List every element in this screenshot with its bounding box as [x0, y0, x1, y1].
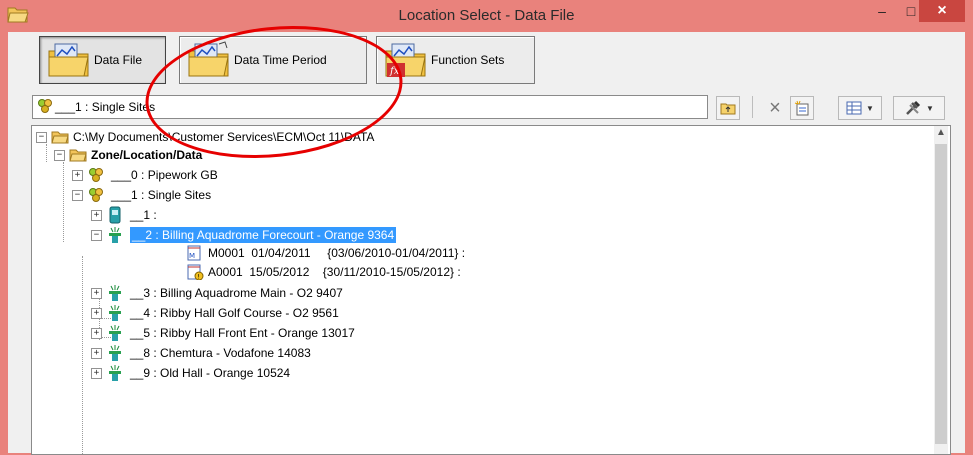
expand-icon[interactable]: +	[72, 169, 83, 181]
water-meter-icon	[109, 345, 121, 361]
minimize-button[interactable]: –	[866, 0, 898, 22]
expand-icon[interactable]: +	[91, 367, 102, 379]
title-bar[interactable]: Location Select - Data File – □ ×	[0, 0, 973, 32]
expand-icon[interactable]: +	[91, 287, 102, 299]
water-meter-icon	[109, 365, 121, 381]
current-location-field[interactable]: ___1 : Single Sites	[32, 95, 708, 119]
tree-site-row[interactable]: + __4 : Ribby Hall Golf Course - O2 9561	[91, 304, 339, 322]
tree-site-row[interactable]: + __5 : Ribby Hall Front Ent - Orange 13…	[91, 324, 355, 342]
current-location-text: ___1 : Single Sites	[55, 100, 156, 114]
data-file-icon	[48, 43, 89, 77]
water-meter-icon	[109, 227, 121, 243]
svg-text:!: !	[198, 274, 200, 281]
tree-site-label: __3 : Billing Aquadrome Main - O2 9407	[130, 286, 343, 300]
data-file-icon: M	[187, 245, 201, 261]
tree-data-file-row[interactable]: M M0001 01/04/2011 {03/06/2010-01/04/201…	[186, 244, 465, 262]
folder-open-icon	[69, 149, 87, 162]
tree-zone-label: Zone/Location/Data	[91, 148, 203, 162]
sites-group-icon	[38, 99, 52, 113]
close-button[interactable]: ×	[919, 0, 965, 22]
data-time-period-icon	[188, 41, 229, 77]
window-title: Location Select - Data File	[398, 7, 575, 24]
tree-site-row[interactable]: + __9 : Old Hall - Orange 10524	[91, 364, 290, 382]
new-item-icon	[794, 100, 809, 116]
expand-icon[interactable]: +	[91, 209, 102, 221]
sites-group-icon	[89, 188, 103, 202]
vertical-scrollbar[interactable]: ▲	[934, 126, 948, 454]
svg-text:fx: fx	[389, 66, 400, 77]
chevron-down-icon: ▼	[866, 103, 874, 113]
function-sets-icon: fx	[385, 43, 426, 77]
tools-icon	[906, 100, 921, 115]
function-sets-button[interactable]: fx Function Sets	[376, 36, 535, 84]
up-folder-icon	[720, 103, 736, 115]
tree-group-row[interactable]: + ___0 : Pipework GB	[72, 166, 218, 184]
water-meter-icon	[109, 325, 121, 341]
tree-zone-row[interactable]: − Zone/Location/Data	[54, 146, 202, 164]
data-file-button[interactable]: Data File	[39, 36, 166, 84]
tree-data-file-label: M0001 01/04/2011 {03/06/2010-01/04/2011}…	[208, 246, 466, 260]
tree-site-label: __2 : Billing Aquadrome Forecourt - Oran…	[130, 227, 397, 243]
data-file-label: Data File	[94, 53, 143, 67]
function-sets-label: Function Sets	[431, 53, 505, 67]
location-select-window: Location Select - Data File – □ × Data F…	[0, 0, 973, 455]
delete-button[interactable]: ×	[763, 96, 787, 120]
tree-line	[46, 144, 47, 162]
toolbar-separator	[752, 96, 753, 118]
collapse-icon[interactable]: −	[91, 229, 102, 241]
location-tree[interactable]: − C:\My Documents\Customer Services\ECM\…	[31, 125, 951, 455]
collapse-icon[interactable]: −	[36, 131, 47, 143]
logger-device-icon	[109, 206, 121, 224]
tree-site-row-selected[interactable]: − __2 : Billing Aquadrome Forecourt - Or…	[91, 226, 397, 244]
tree-root-row[interactable]: − C:\My Documents\Customer Services\ECM\…	[36, 128, 374, 146]
water-meter-icon	[109, 285, 121, 301]
tree-root-label: C:\My Documents\Customer Services\ECM\Oc…	[73, 130, 375, 144]
tree-line	[63, 162, 64, 242]
tree-data-file-row[interactable]: ! A0001 15/05/2012 {30/11/2010-15/05/201…	[186, 263, 461, 281]
view-options-button[interactable]: ▼	[838, 96, 882, 120]
sites-group-icon	[89, 168, 103, 182]
tree-site-row[interactable]: + __1 :	[91, 206, 157, 224]
tree-group-label: ___1 : Single Sites	[111, 188, 212, 202]
data-time-period-label: Data Time Period	[234, 53, 327, 67]
tree-site-row[interactable]: + __3 : Billing Aquadrome Main - O2 9407	[91, 284, 343, 302]
tree-group-label: ___0 : Pipework GB	[111, 168, 218, 182]
water-meter-icon	[109, 305, 121, 321]
up-folder-button[interactable]	[716, 96, 740, 120]
chevron-down-icon: ▼	[926, 103, 934, 113]
collapse-icon[interactable]: −	[72, 189, 83, 201]
collapse-icon[interactable]: −	[54, 149, 65, 161]
tree-site-label: __9 : Old Hall - Orange 10524	[130, 366, 291, 380]
tools-button[interactable]: ▼	[893, 96, 945, 120]
new-item-button[interactable]	[790, 96, 814, 120]
scroll-up-icon[interactable]: ▲	[934, 126, 948, 140]
tree-site-label: __1 :	[130, 208, 157, 222]
tree-site-label: __8 : Chemtura - Vodafone 14083	[130, 346, 311, 360]
expand-icon[interactable]: +	[91, 307, 102, 319]
tree-site-label: __5 : Ribby Hall Front Ent - Orange 1301…	[130, 326, 355, 340]
scroll-thumb[interactable]	[935, 144, 947, 444]
tree-group-row[interactable]: − ___1 : Single Sites	[72, 186, 211, 204]
tree-data-file-label: A0001 15/05/2012 {30/11/2010-15/05/2012}…	[208, 265, 461, 279]
view-options-icon	[846, 101, 862, 115]
expand-icon[interactable]: +	[91, 347, 102, 359]
data-time-period-button[interactable]: Data Time Period	[179, 36, 367, 84]
tree-site-row[interactable]: + __8 : Chemtura - Vodafone 14083	[91, 344, 311, 362]
tree-site-label: __4 : Ribby Hall Golf Course - O2 9561	[130, 306, 339, 320]
alarm-file-icon: !	[187, 264, 204, 281]
expand-icon[interactable]: +	[91, 327, 102, 339]
tree-line	[82, 256, 83, 454]
svg-text:M: M	[189, 252, 195, 260]
folder-open-icon	[51, 131, 69, 144]
